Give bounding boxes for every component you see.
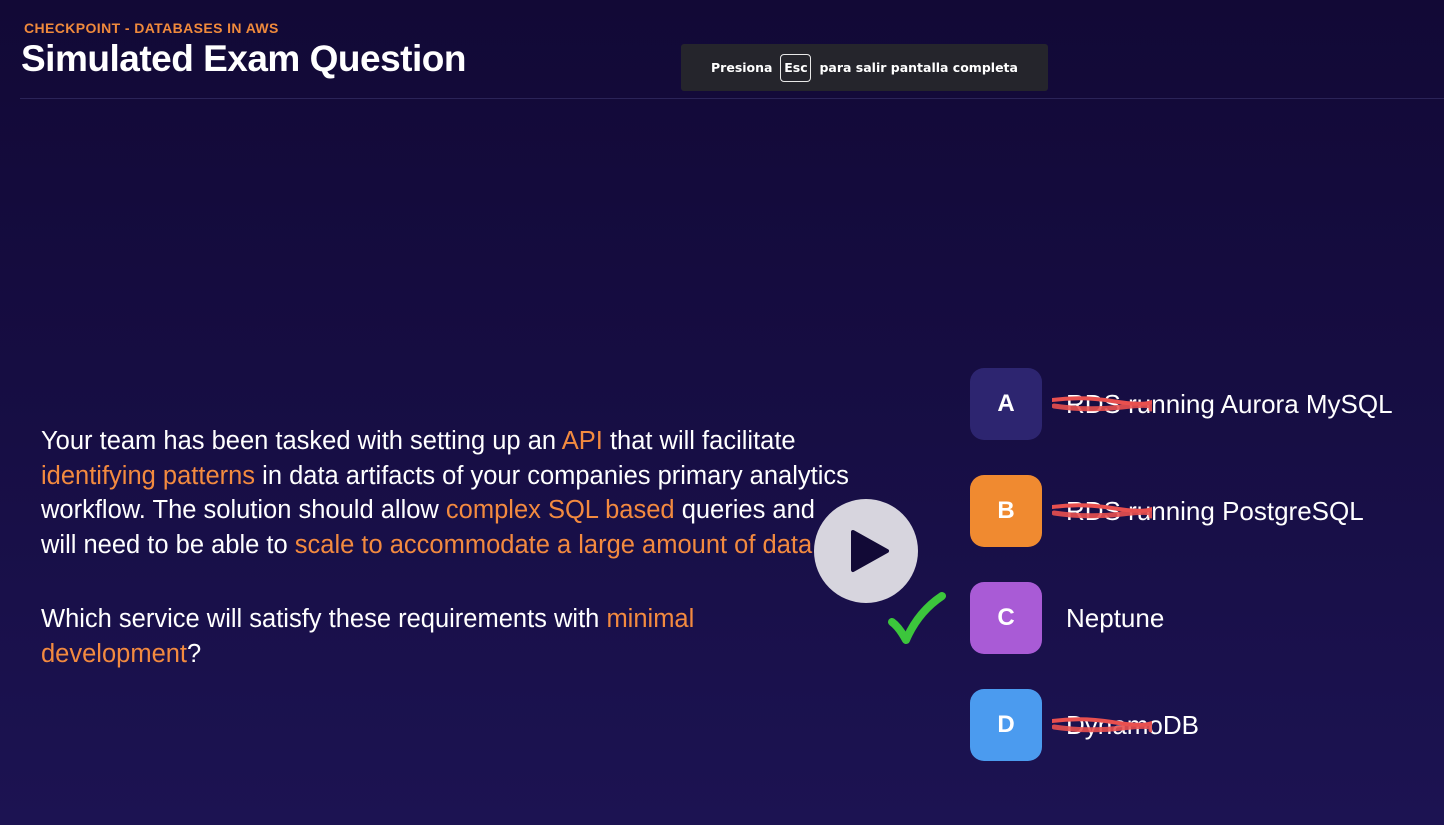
question-text-run: Which service will satisfy these require… [41, 605, 607, 633]
page-title: Simulated Exam Question [21, 38, 466, 79]
option-letter-badge: D [970, 689, 1042, 761]
option-letter-badge: B [970, 475, 1042, 547]
question-text-run: that will facilitate [602, 427, 796, 455]
option-text: DynamoDB [1066, 710, 1199, 741]
question-text: Your team has been tasked with setting u… [41, 424, 851, 671]
play-button[interactable] [814, 499, 918, 603]
question-text-run: ? [187, 639, 202, 668]
option-text: RDS running PostgreSQL [1066, 496, 1364, 527]
fullscreen-notice: Presiona Esc para salir pantalla complet… [681, 44, 1048, 91]
esc-key-badge: Esc [780, 53, 812, 82]
highlighted-term: API [561, 427, 603, 455]
option-letter-badge: A [970, 368, 1042, 440]
option-letter-badge: C [970, 582, 1042, 654]
highlighted-term: scale to accommodate a large amount of d… [294, 530, 813, 559]
section-eyebrow: CHECKPOINT - DATABASES IN AWS [24, 20, 279, 36]
answer-option-a[interactable]: A RDS running Aurora MySQL [970, 368, 1393, 440]
play-icon [851, 530, 889, 572]
answer-option-b[interactable]: B RDS running PostgreSQL [970, 475, 1364, 547]
header-divider [20, 98, 1444, 99]
option-text: Neptune [1066, 603, 1164, 634]
question-text-run: Your team has been tasked with setting u… [41, 427, 562, 455]
option-label: RDS running PostgreSQL [1066, 495, 1364, 526]
highlighted-term: identifying patterns [41, 461, 256, 490]
highlighted-term: complex SQL based [445, 496, 675, 524]
answer-option-c[interactable]: C Neptune [970, 582, 1164, 654]
question-prompt: Which service will satisfy these require… [41, 602, 851, 671]
fullscreen-notice-before: Presiona [711, 60, 773, 75]
option-label: RDS running Aurora MySQL [1066, 388, 1393, 419]
answer-option-d[interactable]: D DynamoDB [970, 689, 1199, 761]
fullscreen-notice-after: para salir pantalla completa [819, 60, 1018, 75]
checkmark-icon [888, 592, 946, 644]
option-text: RDS running Aurora MySQL [1066, 389, 1393, 420]
question-paragraph: Your team has been tasked with setting u… [41, 424, 851, 562]
option-label: Neptune [1066, 602, 1165, 633]
option-label: DynamoDB [1066, 709, 1199, 740]
